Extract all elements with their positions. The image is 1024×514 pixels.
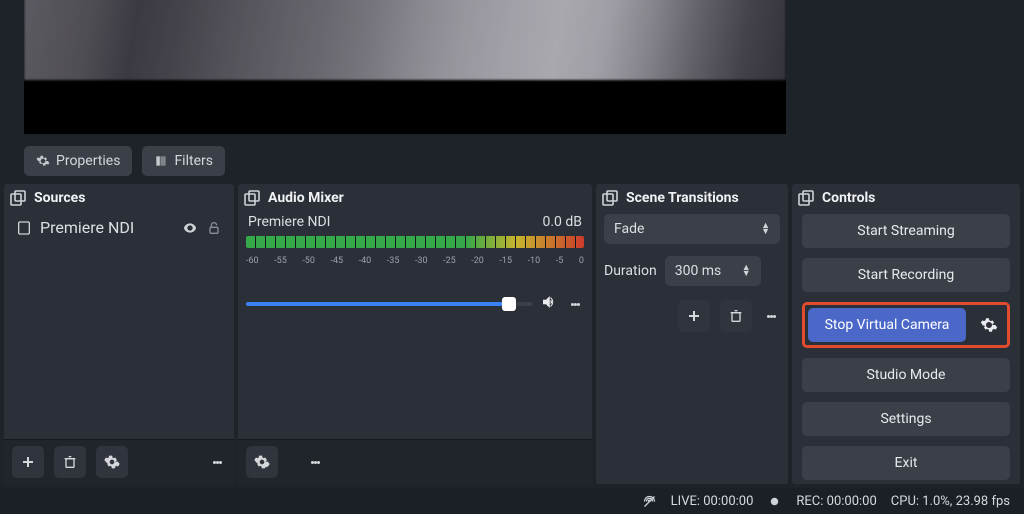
mixer-channel-menu[interactable] — [566, 288, 584, 320]
remove-source-button[interactable] — [54, 446, 86, 478]
mixer-channel-name: Premiere NDI — [248, 214, 330, 230]
duration-label: Duration — [604, 263, 657, 279]
chevron-updown-icon: ▲▼ — [761, 223, 770, 235]
controls-dock: Controls Start Streaming Start Recording… — [792, 184, 1020, 484]
virtual-camera-settings-button[interactable] — [974, 310, 1004, 340]
source-name: Premiere NDI — [40, 218, 134, 237]
popout-icon[interactable] — [244, 190, 260, 206]
filters-label: Filters — [174, 153, 213, 169]
volume-knob[interactable] — [502, 297, 516, 311]
preview-image — [24, 0, 786, 80]
audio-meter — [246, 236, 584, 248]
filters-button[interactable]: Filters — [142, 146, 225, 176]
connection-icon — [642, 493, 657, 508]
duration-stepper[interactable]: 300 ms ▲▼ — [665, 256, 761, 286]
remove-transition-button[interactable] — [720, 300, 752, 332]
performance-status: CPU: 1.0%, 23.98 fps — [891, 494, 1010, 509]
source-properties-button[interactable] — [96, 446, 128, 478]
exit-button[interactable]: Exit — [802, 446, 1010, 480]
mixer-menu-button[interactable] — [306, 446, 324, 478]
controls-title: Controls — [822, 190, 875, 206]
popout-icon[interactable] — [10, 190, 26, 206]
meter-ticks: -60-55-50-45-40-35-30-25-20-15-10-50 — [246, 256, 584, 266]
audio-mixer-dock: Audio Mixer Premiere NDI 0.0 dB -60-55-5… — [238, 184, 592, 484]
virtual-camera-highlight: Stop Virtual Camera — [802, 302, 1010, 348]
gear-icon — [36, 154, 50, 168]
volume-slider[interactable] — [246, 302, 532, 306]
mixer-title: Audio Mixer — [268, 190, 344, 206]
add-source-button[interactable] — [12, 446, 44, 478]
popout-icon[interactable] — [602, 190, 618, 206]
preview-canvas[interactable] — [24, 0, 786, 134]
sources-title: Sources — [34, 190, 85, 206]
properties-button[interactable]: Properties — [24, 146, 132, 176]
chevron-updown-icon: ▲▼ — [742, 265, 751, 277]
settings-button[interactable]: Settings — [802, 402, 1010, 436]
live-status: LIVE: 00:00:00 — [671, 494, 754, 509]
transition-select[interactable]: Fade ▲▼ — [604, 214, 780, 244]
start-streaming-button[interactable]: Start Streaming — [802, 214, 1010, 248]
status-bar: LIVE: 00:00:00 REC: 00:00:00 CPU: 1.0%, … — [0, 488, 1024, 514]
start-recording-button[interactable]: Start Recording — [802, 258, 1010, 292]
source-item[interactable]: Premiere NDI — [12, 214, 226, 241]
mixer-level: 0.0 dB — [542, 214, 582, 230]
filters-icon — [154, 154, 168, 168]
transition-current: Fade — [614, 221, 644, 237]
visibility-icon[interactable] — [182, 220, 198, 236]
source-type-icon — [16, 220, 32, 236]
studio-mode-button[interactable]: Studio Mode — [802, 358, 1010, 392]
lock-icon[interactable] — [206, 220, 222, 236]
advanced-audio-button[interactable] — [246, 446, 278, 478]
transitions-title: Scene Transitions — [626, 190, 739, 206]
sources-dock: Sources Premiere NDI — [4, 184, 234, 484]
transition-menu-button[interactable] — [762, 300, 780, 332]
transitions-dock: Scene Transitions Fade ▲▼ Duration 300 m… — [596, 184, 788, 484]
sources-menu-button[interactable] — [208, 446, 226, 478]
recording-icon — [767, 493, 782, 508]
volume-fill — [246, 302, 509, 306]
stop-virtual-camera-button[interactable]: Stop Virtual Camera — [808, 308, 966, 342]
mute-button[interactable] — [540, 293, 558, 315]
add-transition-button[interactable] — [678, 300, 710, 332]
duration-value: 300 ms — [675, 263, 722, 279]
rec-status: REC: 00:00:00 — [796, 494, 876, 509]
popout-icon[interactable] — [798, 190, 814, 206]
properties-label: Properties — [56, 153, 120, 169]
